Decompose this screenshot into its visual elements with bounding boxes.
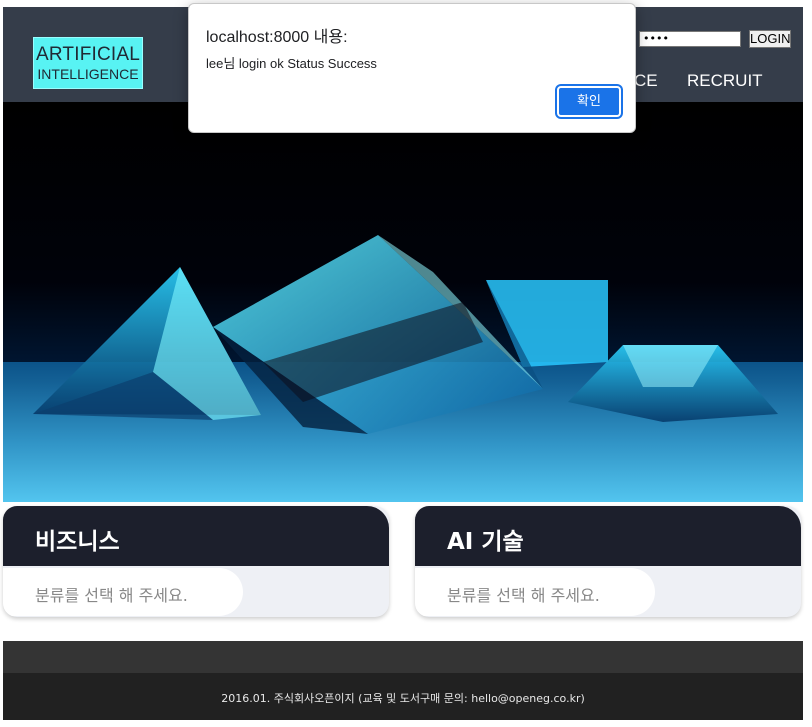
prism-illustration [3, 235, 803, 502]
password-input[interactable]: •••• [639, 31, 741, 47]
nav-item-recruit[interactable]: RECRUIT [687, 71, 763, 91]
card-title: AI 기술 [447, 529, 524, 555]
site-footer: 2016.01. 주식회사오픈이지 (교육 및 도서구매 문의: hello@o… [3, 673, 803, 720]
logo-line1: ARTIFICIAL [35, 44, 141, 65]
login-button[interactable]: LOGIN [749, 30, 791, 48]
business-card[interactable]: 비즈니스 분류를 선택 해 주세요. [3, 506, 389, 617]
hero-image [3, 102, 803, 502]
dialog-title: localhost:8000 내용: [206, 29, 348, 46]
dialog-message: lee님 login ok Status Success [206, 56, 377, 71]
card-subtitle: 분류를 선택 해 주세요. [35, 586, 188, 605]
logo-line2: INTELLIGENCE [37, 66, 139, 82]
footer-copyright: 2016.01. 주식회사오픈이지 (교육 및 도서구매 문의: hello@o… [221, 692, 585, 705]
ai-tech-card[interactable]: AI 기술 분류를 선택 해 주세요. [415, 506, 801, 617]
footer-top-band [3, 641, 803, 673]
nav-item-service[interactable]: CE [634, 71, 658, 91]
card-subtitle: 분류를 선택 해 주세요. [447, 586, 600, 605]
card-title: 비즈니스 [35, 529, 120, 555]
alert-dialog: localhost:8000 내용: lee님 login ok Status … [188, 3, 636, 133]
dialog-ok-button[interactable]: 확인 [557, 86, 621, 117]
site-logo[interactable]: ARTIFICIAL INTELLIGENCE [33, 37, 143, 89]
